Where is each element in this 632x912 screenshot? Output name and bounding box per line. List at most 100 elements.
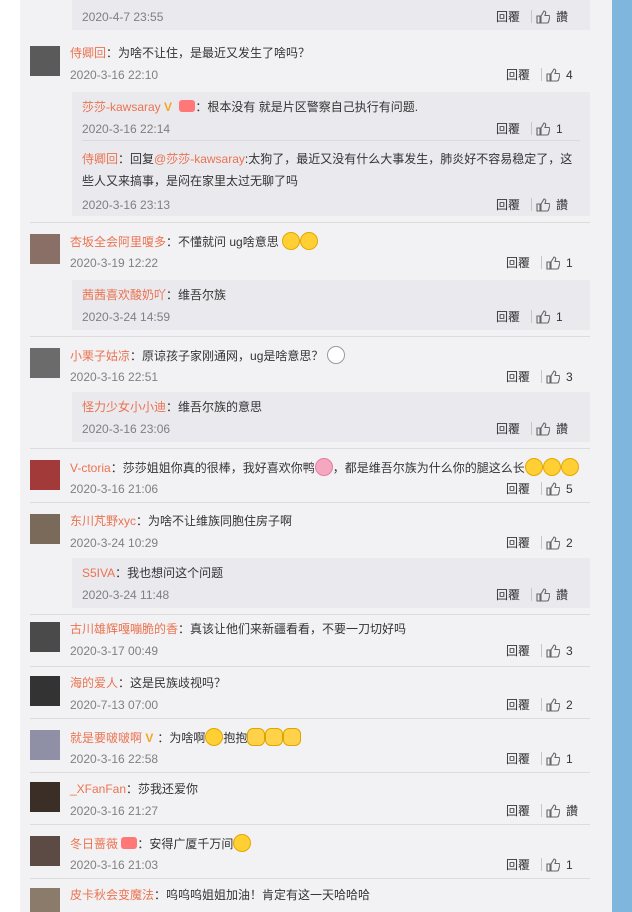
like-button[interactable]: 1: [546, 254, 590, 272]
comment-meta: 2020-3-24 10:29 回覆 2: [70, 534, 590, 552]
comment-item: 古川雄辉嘎嘣脆的香：真该让他们来新疆看看，不要一刀切好吗 2020-3-17 0…: [20, 618, 590, 658]
comment-meta: 2020-3-16 21:27 回覆 讚: [70, 802, 590, 820]
avatar[interactable]: [30, 622, 60, 652]
like-button[interactable]: 1: [536, 308, 580, 326]
reply-button[interactable]: 回覆: [496, 586, 520, 604]
reply-button[interactable]: 回覆: [506, 254, 530, 272]
like-count: 讚: [566, 804, 579, 818]
comment-meta: 2020-3-16 22:14 回覆 1: [82, 120, 580, 138]
reply-button[interactable]: 回覆: [496, 196, 520, 214]
reply-button[interactable]: 回覆: [496, 8, 520, 26]
like-button[interactable]: 1: [546, 856, 590, 874]
crying-emoji-icon: [233, 834, 252, 852]
like-button[interactable]: 讚: [546, 802, 590, 820]
comment-username[interactable]: 杏坂全会阿里嗄多: [70, 235, 166, 249]
reply-username[interactable]: 怪力少女小小迪: [82, 400, 166, 414]
avatar[interactable]: [30, 234, 60, 264]
comment-username[interactable]: _XFanFan: [70, 782, 126, 796]
reply-button[interactable]: 回覆: [506, 480, 530, 498]
thumbs-up-icon: [536, 122, 550, 136]
like-button[interactable]: 1: [536, 120, 580, 138]
comment-text: ：莎莎姐姐你真的很棒，我好喜欢你鸭: [110, 461, 315, 475]
reply-button[interactable]: 回覆: [506, 534, 530, 552]
reply-button[interactable]: 回覆: [506, 642, 530, 660]
comment-username[interactable]: 侍卿回: [70, 46, 106, 60]
like-count: 讚: [556, 588, 569, 602]
reply-username[interactable]: 侍卿回: [82, 152, 118, 166]
like-count: 1: [556, 310, 563, 324]
thumbs-up-icon: [536, 422, 550, 436]
avatar[interactable]: [30, 836, 60, 866]
reply-button[interactable]: 回覆: [506, 856, 530, 874]
avatar[interactable]: [30, 514, 60, 544]
like-count: 2: [566, 698, 573, 712]
comment-text: 抱抱: [223, 731, 248, 745]
comment-item: _XFanFan：莎我还爱你 2020-3-16 21:27 回覆 讚: [20, 778, 590, 818]
comment-text: ：真该让他们来新疆看看，不要一刀切好吗: [178, 622, 407, 636]
hug-emoji-icon: [247, 728, 266, 746]
reply-button[interactable]: 回覆: [496, 420, 520, 438]
divider: [30, 878, 590, 879]
like-button[interactable]: 5: [546, 480, 590, 498]
comment-item: 杏坂全会阿里嗄多：不懂就问 ug啥意思 2020-3-19 12:22 回覆 1: [20, 230, 590, 270]
crying-emoji-icon: [542, 458, 561, 476]
comment-item: 冬日蔷薇 ：安得广厦千万间 2020-3-16 21:03 回覆 1: [20, 832, 590, 872]
reply-button[interactable]: 回覆: [496, 120, 520, 138]
thumbs-up-icon: [546, 644, 560, 658]
comment-username[interactable]: 东川芃野xyc: [70, 514, 136, 528]
comment-username[interactable]: 小栗子姑凉: [70, 349, 130, 363]
like-button[interactable]: 2: [546, 534, 590, 552]
divider: [30, 614, 590, 615]
avatar[interactable]: [30, 888, 60, 912]
avatar[interactable]: [30, 460, 60, 490]
avatar[interactable]: [30, 782, 60, 812]
like-button[interactable]: 3: [546, 368, 590, 386]
reply-button[interactable]: 回覆: [506, 750, 530, 768]
like-button[interactable]: 讚: [536, 8, 580, 26]
like-button[interactable]: 2: [546, 696, 590, 714]
mention-link[interactable]: @莎莎-kawsaray: [154, 152, 245, 166]
comment-list[interactable]: 2020-4-7 23:55 回覆 讚 侍卿回：为啥不让住，是最近又发生了啥吗？…: [20, 0, 612, 912]
comment-meta: 2020-7-13 07:00 回覆 2: [70, 696, 590, 714]
like-button[interactable]: 4: [546, 66, 590, 84]
avatar[interactable]: [30, 46, 60, 76]
thumbs-up-icon: [546, 752, 560, 766]
like-button[interactable]: 1: [546, 750, 590, 768]
reply-button[interactable]: 回覆: [506, 696, 530, 714]
comment-time: 2020-3-16 21:03: [70, 858, 159, 872]
like-count: 3: [566, 370, 573, 384]
reply-box: 怪力少女小小迪：维吾尔族的意思 2020-3-16 23:06 回覆 讚: [72, 392, 590, 442]
comment-meta: 2020-3-16 22:10 回覆 4: [70, 66, 590, 84]
comment-username[interactable]: 皮卡秋会变魔法: [70, 888, 154, 902]
thumbs-up-icon: [546, 698, 560, 712]
reply-button[interactable]: 回覆: [496, 308, 520, 326]
reply-username[interactable]: 茜茜喜欢酸奶吖: [82, 288, 166, 302]
comment-username[interactable]: 冬日蔷薇: [70, 837, 118, 851]
like-button[interactable]: 讚: [536, 196, 580, 214]
comment-text: ：呜呜呜姐姐加油！肯定有这一天哈哈哈: [154, 888, 371, 902]
like-count: 1: [566, 858, 573, 872]
avatar[interactable]: [30, 676, 60, 706]
reply-username[interactable]: 莎莎-kawsaray: [82, 100, 161, 114]
like-button[interactable]: 讚: [536, 586, 580, 604]
reply-button[interactable]: 回覆: [506, 368, 530, 386]
reply-button[interactable]: 回覆: [506, 66, 530, 84]
avatar[interactable]: [30, 730, 60, 760]
like-count: 4: [566, 68, 573, 82]
glasses-emoji-icon: [326, 346, 345, 364]
comment-username[interactable]: 海的爱人: [70, 676, 118, 690]
avatar[interactable]: [30, 348, 60, 378]
comment-meta: 2020-3-16 23:06 回覆 讚: [82, 420, 580, 438]
like-button[interactable]: 3: [546, 642, 590, 660]
separator: [531, 310, 532, 323]
like-button[interactable]: 讚: [536, 420, 580, 438]
reply-button[interactable]: 回覆: [506, 802, 530, 820]
reply-text: ：维吾尔族: [166, 288, 227, 302]
reply-username[interactable]: S5IVA: [82, 566, 115, 580]
comment-username[interactable]: V-ctoria: [70, 461, 111, 475]
comment-username[interactable]: 古川雄辉嘎嘣脆的香: [70, 622, 178, 636]
reply-box: 莎莎-kawsaray V ：根本没有 就是片区警察自己执行有问题. 2020-…: [72, 92, 590, 216]
comment-meta: 2020-3-19 12:22 回覆 1: [70, 254, 590, 272]
reply-box: S5IVA：我也想问这个问题 2020-3-24 11:48 回覆 讚: [72, 558, 590, 608]
comment-username[interactable]: 就是要啵啵啊: [70, 731, 142, 745]
